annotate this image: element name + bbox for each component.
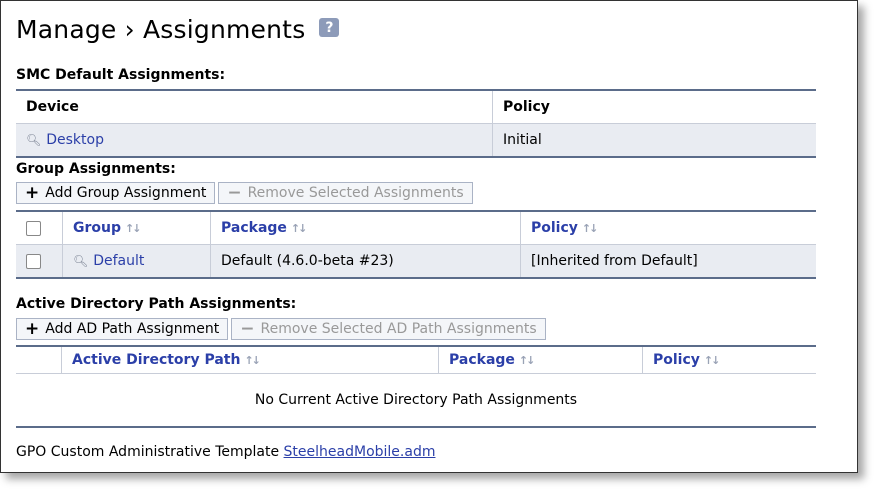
ad-table: Active Directory Path ↑↓ Package ↑↓ Policy… — [16, 345, 816, 428]
group-header-row: Group ↑↓ Package ↑↓ Policy ↑↓ — [16, 210, 816, 245]
table-row: 🔍︎ Desktop Initial — [16, 123, 816, 158]
add-ad-label: Add AD Path Assignment — [45, 321, 220, 337]
remove-ad-label: Remove Selected AD Path Assignments — [260, 321, 537, 337]
group-heading: Group Assignments: — [16, 161, 176, 177]
sort-ad-policy-link[interactable]: Policy — [653, 352, 700, 368]
ad-col-policy[interactable]: Policy ↑↓ — [642, 345, 816, 374]
content-frame: Manage › Assignments ? SMC Default Assig… — [0, 0, 858, 473]
ad-col-path[interactable]: Active Directory Path ↑↓ — [61, 345, 439, 374]
select-all-checkbox[interactable] — [26, 220, 41, 236]
group-col-package[interactable]: Package ↑↓ — [210, 210, 521, 245]
ad-header-row: Active Directory Path ↑↓ Package ↑↓ Policy… — [16, 345, 816, 374]
add-group-label: Add Group Assignment — [45, 185, 207, 201]
sort-icon[interactable]: ↑↓ — [291, 222, 308, 235]
minus-icon: − — [240, 318, 255, 339]
smc-header-row: Device Policy — [16, 89, 816, 124]
smc-col-device: Device — [16, 89, 493, 124]
plus-icon: + — [25, 182, 40, 203]
magnifier-icon[interactable]: 🔍︎ — [73, 254, 88, 268]
help-icon[interactable]: ? — [319, 18, 340, 37]
ad-select-col — [16, 345, 62, 374]
minus-icon: − — [227, 182, 242, 203]
sort-icon[interactable]: ↑↓ — [125, 222, 142, 235]
device-link[interactable]: Desktop — [46, 132, 104, 148]
sort-ad-path-link[interactable]: Active Directory Path — [72, 352, 240, 368]
select-all-cell — [16, 210, 63, 245]
page-title: Manage › Assignments — [16, 15, 306, 44]
remove-selected-ad-path-assignments-button[interactable]: − Remove Selected AD Path Assignments — [231, 318, 546, 340]
sort-icon[interactable]: ↑↓ — [244, 354, 261, 367]
group-col-group[interactable]: Group ↑↓ — [62, 210, 211, 245]
footer-text: GPO Custom Administrative Template — [16, 444, 280, 460]
plus-icon: + — [25, 318, 40, 339]
remove-selected-assignments-button[interactable]: − Remove Selected Assignments — [218, 182, 473, 204]
group-toolbar: + Add Group Assignment − Remove Selected… — [16, 182, 473, 204]
group-package-cell: Default (4.6.0-beta #23) — [210, 244, 521, 279]
add-group-assignment-button[interactable]: + Add Group Assignment — [16, 182, 216, 204]
sort-icon[interactable]: ↑↓ — [519, 354, 536, 367]
sort-package-link[interactable]: Package — [221, 220, 287, 236]
sort-ad-package-link[interactable]: Package — [449, 352, 515, 368]
footer: GPO Custom Administrative Template Steel… — [16, 444, 435, 460]
sort-icon[interactable]: ↑↓ — [704, 354, 721, 367]
row-select-cell — [16, 244, 63, 279]
sort-group-link[interactable]: Group — [73, 220, 121, 236]
smc-table: Device Policy 🔍︎ Desktop Initial — [16, 89, 816, 158]
group-name-cell: 🔍︎ Default — [62, 244, 211, 279]
sort-icon[interactable]: ↑↓ — [582, 222, 599, 235]
remove-group-label: Remove Selected Assignments — [247, 185, 464, 201]
group-table: Group ↑↓ Package ↑↓ Policy ↑↓ 🔍︎ Default Def… — [16, 210, 816, 279]
smc-col-policy: Policy — [492, 89, 816, 124]
smc-policy-cell: Initial — [492, 123, 816, 158]
template-download-link[interactable]: SteelheadMobile.adm — [284, 444, 436, 460]
group-policy-cell: [Inherited from Default] — [520, 244, 816, 279]
empty-row: No Current Active Directory Path Assignm… — [16, 373, 816, 428]
title-row: Manage › Assignments ? — [16, 15, 340, 44]
smc-heading: SMC Default Assignments: — [16, 67, 226, 83]
group-link[interactable]: Default — [93, 253, 144, 269]
group-col-policy[interactable]: Policy ↑↓ — [520, 210, 816, 245]
smc-device-cell: 🔍︎ Desktop — [16, 123, 493, 158]
ad-heading: Active Directory Path Assignments: — [16, 296, 297, 312]
row-checkbox[interactable] — [26, 253, 41, 269]
table-row: 🔍︎ Default Default (4.6.0-beta #23) [Inhe… — [16, 244, 816, 279]
ad-toolbar: + Add AD Path Assignment − Remove Select… — [16, 318, 546, 340]
magnifier-icon[interactable]: 🔍︎ — [26, 133, 41, 147]
ad-col-package[interactable]: Package ↑↓ — [438, 345, 643, 374]
add-ad-path-assignment-button[interactable]: + Add AD Path Assignment — [16, 318, 229, 340]
sort-policy-link[interactable]: Policy — [531, 220, 578, 236]
empty-message: No Current Active Directory Path Assignm… — [16, 373, 816, 428]
